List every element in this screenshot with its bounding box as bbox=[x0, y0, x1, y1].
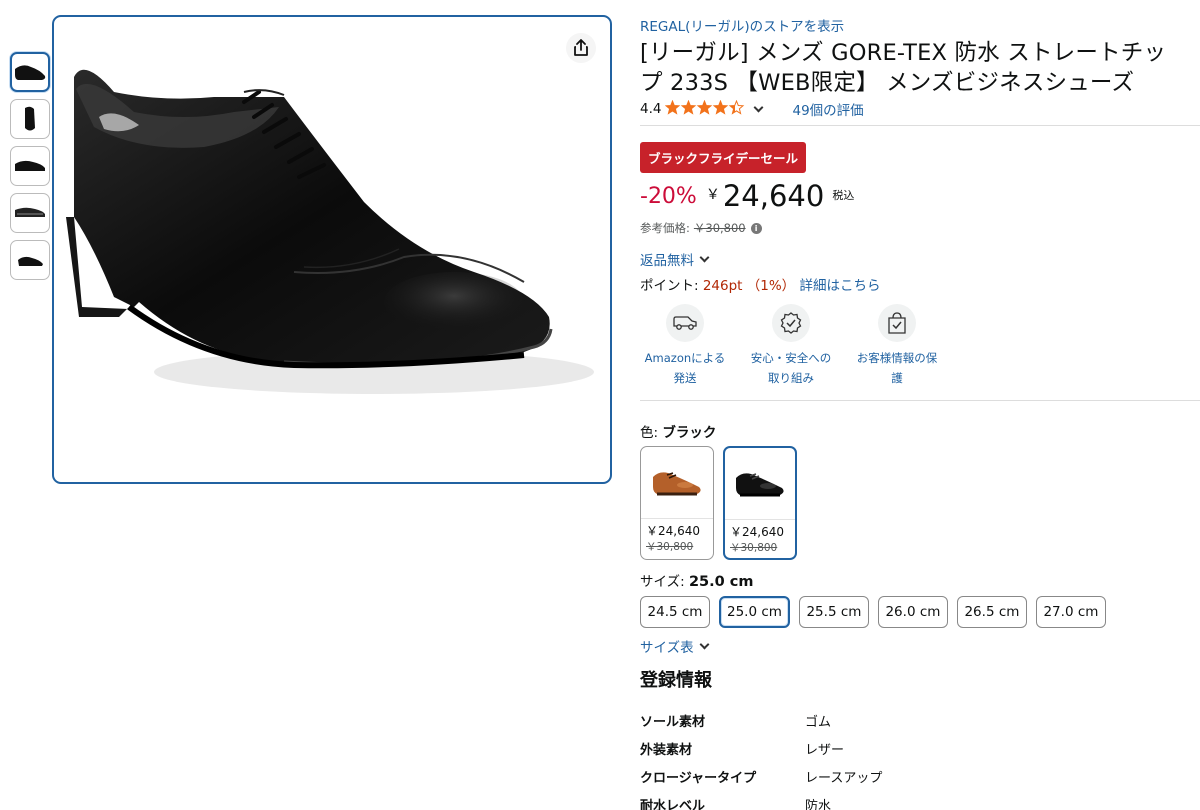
product-title: [リーガル] メンズ GORE-TEX 防水 ストレートチッ プ 233S 【W… bbox=[640, 38, 1200, 98]
feature-label: Amazonによる発送 bbox=[644, 351, 726, 385]
feature-badges: Amazonによる発送 安心・安全への取り組み お客様情報の保護 bbox=[640, 304, 1200, 388]
points-label: ポイント: bbox=[640, 278, 703, 294]
store-link[interactable]: REGAL(リーガル)のストアを表示 bbox=[640, 18, 1200, 36]
color-label: 色: bbox=[640, 425, 663, 441]
size-label: サイズ: bbox=[640, 574, 689, 590]
price-amount: 24,640 bbox=[722, 179, 825, 213]
feature-label: お客様情報の保護 bbox=[856, 351, 938, 385]
black-shoe-swatch-image bbox=[725, 448, 795, 520]
size-selected: 25.0 cm bbox=[688, 574, 754, 590]
color-swatches: ￥24,640 ￥30,800 ￥24,640 ￥30,800 bbox=[640, 446, 1200, 560]
points-value: 246pt （1%） bbox=[702, 278, 796, 294]
rating-row: 4.4 49個の評価 bbox=[640, 99, 1200, 119]
share-icon bbox=[574, 39, 588, 56]
table-row: 外装素材 レザー bbox=[640, 734, 882, 762]
spec-value: 防水 bbox=[805, 798, 832, 810]
swatch-price: ￥24,640 bbox=[646, 524, 700, 538]
swatch-old-price: ￥30,800 bbox=[730, 542, 778, 554]
table-row: ソール素材 ゴム bbox=[640, 706, 882, 734]
specs-table: ソール素材 ゴム 外装素材 レザー クロージャータイプ レースアップ 耐水レベル… bbox=[640, 706, 882, 810]
size-label-row: サイズ: 25.0 cm bbox=[640, 570, 1200, 590]
color-swatch-brown[interactable]: ￥24,640 ￥30,800 bbox=[640, 446, 714, 560]
points-details-link[interactable]: 詳細はこちら bbox=[799, 278, 880, 294]
size-option-25-0[interactable]: 25.0 cm bbox=[719, 596, 790, 628]
rating-value: 4.4 bbox=[640, 101, 662, 117]
free-returns-label: 返品無料 bbox=[640, 253, 694, 269]
black-oxford-shoe-image bbox=[66, 69, 594, 394]
size-option-24-5[interactable]: 24.5 cm bbox=[640, 596, 710, 628]
divider bbox=[640, 125, 1200, 126]
divider bbox=[640, 400, 1200, 401]
chevron-down-icon bbox=[699, 639, 710, 649]
points-row: ポイント: 246pt （1%） 詳細はこちら bbox=[640, 274, 1200, 294]
shoe-front-thumbnail-icon bbox=[25, 106, 35, 131]
thumbnail-4[interactable] bbox=[10, 193, 50, 233]
shoe-pair-thumbnail-icon bbox=[15, 207, 45, 217]
currency-symbol: ￥ bbox=[705, 187, 720, 203]
shoe-angled-thumbnail-icon bbox=[18, 256, 43, 266]
thumbnail-1[interactable] bbox=[10, 52, 50, 92]
stars-icon bbox=[665, 99, 745, 115]
shoe-side-view-thumbnail-icon bbox=[15, 160, 45, 171]
thumbnail-strip bbox=[10, 52, 52, 287]
color-label-row: 色: ブラック bbox=[640, 421, 1200, 441]
brown-shoe-swatch-image bbox=[641, 447, 713, 519]
spec-value: ゴム bbox=[805, 714, 832, 730]
feature-safety[interactable]: 安心・安全への取り組み bbox=[746, 304, 836, 388]
registration-title: 登録情報 bbox=[640, 670, 712, 691]
spec-value: レースアップ bbox=[805, 770, 883, 786]
reference-price-label: 参考価格: bbox=[640, 221, 690, 235]
size-chart-link[interactable]: サイズ表 bbox=[640, 636, 1200, 656]
size-option-26-0[interactable]: 26.0 cm bbox=[877, 596, 948, 628]
chevron-down-icon bbox=[699, 252, 710, 262]
feature-amazon-shipping[interactable]: Amazonによる発送 bbox=[640, 304, 730, 388]
thumbnail-3[interactable] bbox=[10, 146, 50, 186]
deal-badge: ブラックフライデーセール bbox=[640, 142, 807, 173]
info-icon[interactable]: i bbox=[750, 222, 762, 234]
spec-key: クロージャータイプ bbox=[640, 770, 757, 786]
free-returns-link[interactable]: 返品無料 bbox=[640, 249, 1200, 269]
price-row: -20% ￥ 24,640 税込 bbox=[640, 181, 1200, 213]
feature-label: 安心・安全への取り組み bbox=[750, 351, 832, 385]
secure-bag-icon bbox=[878, 304, 916, 342]
tax-label: 税込 bbox=[832, 189, 855, 202]
discount-percent: -20% bbox=[640, 184, 697, 209]
table-row: クロージャータイプ レースアップ bbox=[640, 762, 882, 790]
spec-value: レザー bbox=[805, 742, 845, 758]
share-button[interactable] bbox=[566, 33, 596, 63]
main-product-image[interactable] bbox=[52, 15, 612, 484]
spec-key: 外装素材 bbox=[640, 742, 693, 758]
delivery-truck-icon bbox=[666, 304, 704, 342]
product-title-line2: プ 233S 【WEB限定】 メンズビジネスシューズ bbox=[640, 70, 1135, 96]
rating-chevron-down-icon[interactable] bbox=[754, 102, 764, 112]
color-selected: ブラック bbox=[662, 425, 717, 441]
spec-key: 耐水レベル bbox=[640, 798, 706, 810]
spec-key: ソール素材 bbox=[640, 714, 706, 730]
size-option-26-5[interactable]: 26.5 cm bbox=[956, 596, 1027, 628]
size-option-25-5[interactable]: 25.5 cm bbox=[798, 596, 869, 628]
size-option-27-0[interactable]: 27.0 cm bbox=[1035, 596, 1106, 628]
product-title-line1: [リーガル] メンズ GORE-TEX 防水 ストレートチッ bbox=[640, 40, 1167, 66]
swatch-old-price: ￥30,800 bbox=[646, 541, 694, 553]
reference-price-row: 参考価格: ￥30,800 i bbox=[640, 220, 1200, 236]
shoe-side-thumbnail-icon bbox=[15, 65, 46, 80]
thumbnail-5[interactable] bbox=[10, 240, 50, 280]
safety-badge-icon bbox=[772, 304, 810, 342]
star-rating[interactable] bbox=[665, 99, 745, 119]
size-chart-label: サイズ表 bbox=[640, 640, 694, 656]
color-swatch-black[interactable]: ￥24,640 ￥30,800 bbox=[723, 446, 797, 560]
swatch-price: ￥24,640 bbox=[730, 525, 784, 539]
table-row: 耐水レベル 防水 bbox=[640, 790, 882, 810]
reference-price: ￥30,800 bbox=[693, 221, 746, 235]
review-count-link[interactable]: 49個の評価 bbox=[792, 99, 863, 119]
size-options: 24.5 cm 25.0 cm 25.5 cm 26.0 cm 26.5 cm … bbox=[640, 596, 1200, 628]
product-details-panel: REGAL(リーガル)のストアを表示 [リーガル] メンズ GORE-TEX 防… bbox=[640, 18, 1200, 810]
feature-privacy[interactable]: お客様情報の保護 bbox=[852, 304, 942, 388]
thumbnail-2[interactable] bbox=[10, 99, 50, 139]
